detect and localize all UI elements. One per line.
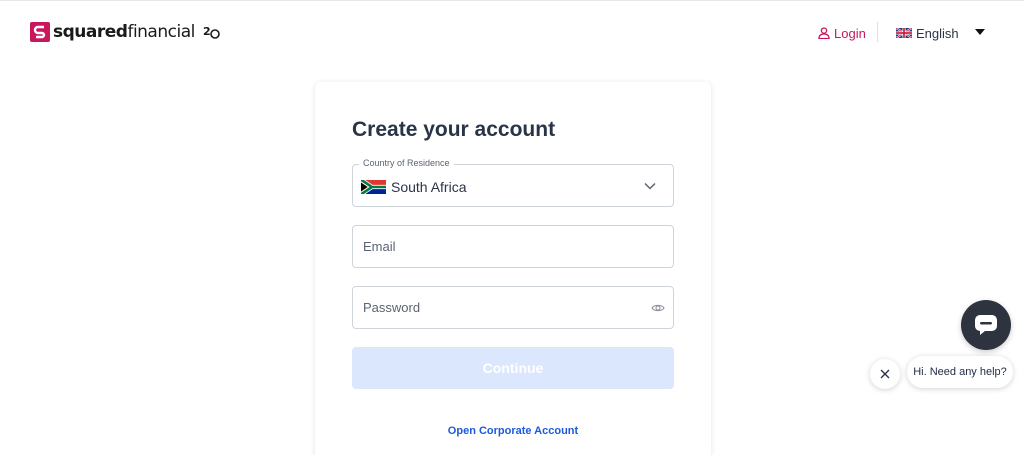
chat-launcher-button[interactable] (961, 300, 1011, 350)
brand-name: squaredfinancial (53, 22, 195, 42)
email-input[interactable] (353, 226, 673, 267)
uk-flag-icon (896, 28, 912, 38)
south-africa-flag-icon (361, 180, 386, 194)
nav-divider (877, 22, 878, 42)
email-field-wrapper (352, 225, 674, 268)
brand-logo[interactable]: squaredfinancial 20 2 (30, 20, 221, 44)
language-selector[interactable]: English (896, 24, 959, 42)
country-value: South Africa (391, 179, 467, 195)
top-navigation: squaredfinancial 20 2 Login English (0, 0, 1024, 62)
brand-name-bold: squared (53, 22, 128, 42)
password-input[interactable] (353, 287, 673, 328)
continue-button[interactable]: Continue (352, 347, 674, 389)
chevron-down-icon (644, 182, 656, 190)
signup-card: Create your account Country of Residence… (315, 82, 711, 455)
login-link[interactable]: Login (818, 24, 866, 42)
svg-text:2: 2 (203, 25, 211, 38)
password-field-wrapper (352, 286, 674, 329)
anniversary-badge: 20 2 (203, 24, 221, 40)
close-icon (880, 369, 890, 379)
eye-icon[interactable] (651, 301, 665, 315)
user-icon (818, 27, 830, 39)
page-title: Create your account (352, 118, 556, 141)
country-label: Country of Residence (359, 158, 454, 168)
chat-close-button[interactable] (870, 359, 900, 389)
anniversary-icon: 2 (203, 25, 220, 39)
brand-name-light: financial (127, 22, 195, 42)
chat-icon (975, 315, 997, 335)
country-select[interactable]: Country of Residence South Africa (352, 158, 674, 207)
login-label: Login (834, 25, 866, 41)
language-label: English (916, 25, 959, 41)
language-dropdown-icon[interactable] (975, 29, 985, 35)
chat-greeting-bubble[interactable]: Hi. Need any help? (907, 356, 1013, 388)
brand-logo-icon (30, 22, 50, 42)
open-corporate-account-link[interactable]: Open Corporate Account (315, 425, 711, 437)
